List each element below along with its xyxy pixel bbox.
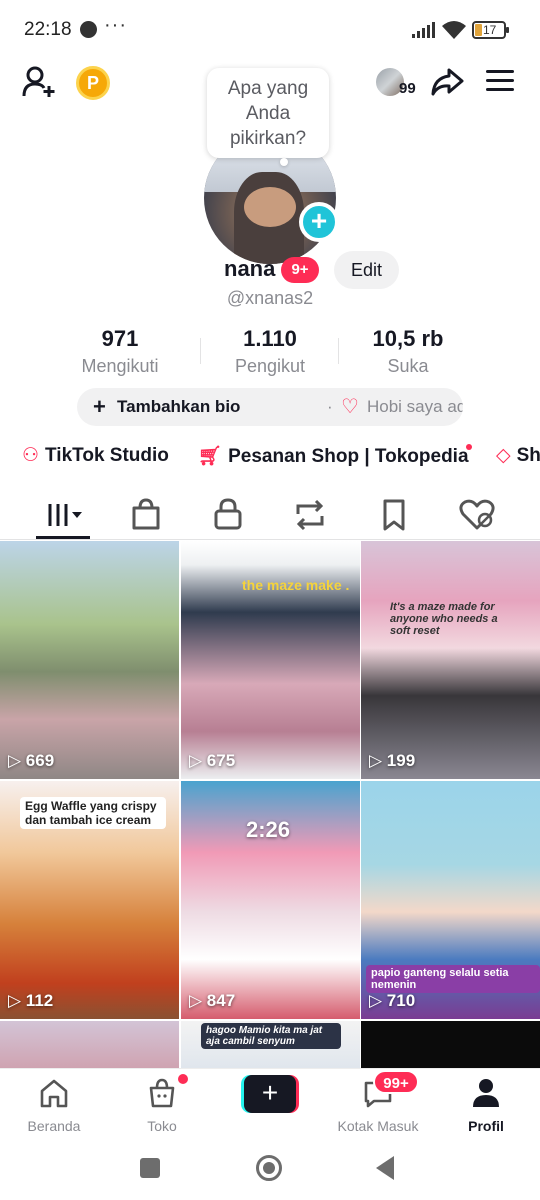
followers-label: Pengikut — [234, 356, 306, 376]
tab-divider — [0, 539, 540, 540]
nav-home-label: Beranda — [27, 1118, 81, 1134]
following-count: 971 — [101, 326, 139, 351]
create-button[interactable]: + — [241, 1075, 299, 1113]
video-thumbnail[interactable]: ▷ 669 — [0, 541, 179, 779]
shop-bag-icon — [149, 1078, 175, 1108]
menu-icon[interactable] — [486, 70, 514, 94]
nav-inbox-label: Kotak Masuk — [337, 1118, 419, 1134]
heart-icon: ♡ — [341, 396, 359, 418]
shortcut-label: Sh — [516, 445, 540, 466]
add-bio-label: Tambahkan bio — [117, 397, 241, 416]
tiktok-studio-link[interactable]: ⚇ TikTok Studio — [22, 444, 169, 467]
video-thumbnail[interactable]: Egg Waffle yang crispy dan tambah ice cr… — [0, 781, 179, 1019]
video-thumbnail[interactable]: hagoo Mamio kita ma jat aja cambil senyu… — [181, 1021, 360, 1068]
followers-count: 1.110 — [243, 326, 297, 351]
bag-icon: ◇ — [496, 445, 511, 466]
shop-orders-link[interactable]: 🛒︎ Pesanan Shop | Tokopedia — [198, 444, 469, 468]
thought-bubble[interactable]: Apa yang Anda pikirkan? — [207, 68, 329, 158]
battery-icon: 17 — [472, 21, 509, 39]
video-caption: hagoo Mamio kita ma jat aja cambil senyu… — [201, 1023, 341, 1049]
video-thumbnail[interactable]: It's a maze made for anyone who needs a … — [361, 541, 540, 779]
nav-home[interactable]: Beranda — [9, 1077, 99, 1134]
studio-icon: ⚇ — [22, 445, 40, 466]
view-count: ▷ 199 — [369, 751, 416, 770]
video-caption: Egg Waffle yang crispy dan tambah ice cr… — [20, 797, 166, 829]
bio-separator: · — [327, 397, 333, 416]
plus-icon: + — [244, 1075, 296, 1113]
view-count: ▷ 847 — [189, 991, 236, 1010]
following-stat[interactable]: 971 Mengikuti — [55, 326, 185, 377]
video-caption: the maze make . — [242, 577, 350, 593]
view-count: ▷ 710 — [369, 991, 416, 1010]
video-thumbnail[interactable]: papio ganteng selalu setia nemenin ▷ 710 — [361, 781, 540, 1019]
nav-shop[interactable]: Toko — [117, 1077, 207, 1134]
add-friend-icon[interactable] — [22, 66, 56, 98]
likes-stat[interactable]: 10,5 rb Suka — [343, 326, 473, 377]
shortcut-label: Pesanan Shop | Tokopedia — [228, 446, 469, 467]
username: nana — [224, 256, 276, 281]
recent-apps-button[interactable] — [140, 1158, 160, 1178]
wifi-icon — [442, 21, 466, 39]
home-icon — [40, 1079, 68, 1108]
following-label: Mengikuti — [81, 356, 159, 376]
view-count: ▷ 675 — [189, 751, 236, 770]
tab-private[interactable] — [206, 496, 250, 534]
cart-icon: 🛒︎ — [198, 446, 223, 467]
signal-icon — [412, 22, 435, 38]
shop-notification-dot — [178, 1074, 188, 1084]
back-button[interactable] — [376, 1156, 394, 1180]
video-thumbnail[interactable]: 2:26 ▷ 847 — [181, 781, 360, 1019]
tab-saved[interactable] — [372, 496, 416, 534]
likes-count: 10,5 rb — [372, 326, 444, 351]
video-thumbnail[interactable]: the maze make . ▷ 675 — [181, 541, 360, 779]
stat-divider — [338, 338, 339, 364]
new-indicator-dot — [466, 444, 472, 450]
followers-stat[interactable]: 1.110 Pengikut — [205, 326, 335, 377]
tab-reposts[interactable] — [288, 496, 332, 534]
video-caption: papio ganteng selalu setia nemenin — [366, 965, 540, 993]
video-caption: 2:26 — [246, 817, 291, 842]
shortcut-label: TikTok Studio — [45, 445, 169, 466]
add-bio-button[interactable]: + Tambahkan bio · ♡ Hobi saya adalah... — [77, 388, 463, 426]
likes-label: Suka — [387, 356, 429, 376]
profile-visitors[interactable]: 99 — [374, 66, 420, 100]
inbox-badge: 99+ — [373, 1070, 419, 1094]
bio-suggestion: Hobi saya adalah... — [367, 397, 463, 416]
edit-profile-button[interactable]: Edit — [334, 251, 399, 289]
view-count: ▷ 112 — [8, 991, 54, 1010]
visitors-count: 99 — [399, 80, 416, 97]
share-icon[interactable] — [430, 66, 464, 98]
video-thumbnail[interactable] — [361, 1021, 540, 1068]
status-time: 22:18 — [24, 19, 72, 40]
video-thumbnail[interactable] — [0, 1021, 179, 1068]
stat-divider — [200, 338, 201, 364]
system-navigation — [0, 1138, 540, 1200]
battery-level: 17 — [483, 23, 497, 37]
coin-icon[interactable]: P — [76, 66, 110, 100]
video-caption: It's a maze made for anyone who needs a … — [390, 601, 498, 637]
view-count: ▷ 669 — [8, 751, 55, 770]
user-handle: @xnanas2 — [226, 288, 314, 308]
nav-shop-label: Toko — [147, 1118, 177, 1134]
thought-bubble-tail — [280, 158, 288, 166]
plus-icon: + — [93, 394, 106, 419]
nav-profile-label: Profil — [468, 1118, 504, 1134]
tab-liked[interactable] — [455, 496, 499, 534]
home-button[interactable] — [256, 1155, 282, 1181]
notification-badge[interactable]: 9+ — [281, 257, 319, 283]
shop-link[interactable]: ◇ Sh — [496, 444, 540, 467]
add-story-button[interactable]: + — [299, 202, 339, 242]
nav-profile[interactable]: Profil — [441, 1077, 531, 1134]
status-bar: 22:18 ··· 17 — [0, 0, 540, 60]
tab-videos[interactable] — [44, 496, 88, 534]
tab-shop[interactable] — [124, 496, 168, 534]
messenger-icon — [80, 21, 97, 38]
profile-icon — [473, 1079, 499, 1107]
more-notifications-icon: ··· — [104, 14, 127, 36]
